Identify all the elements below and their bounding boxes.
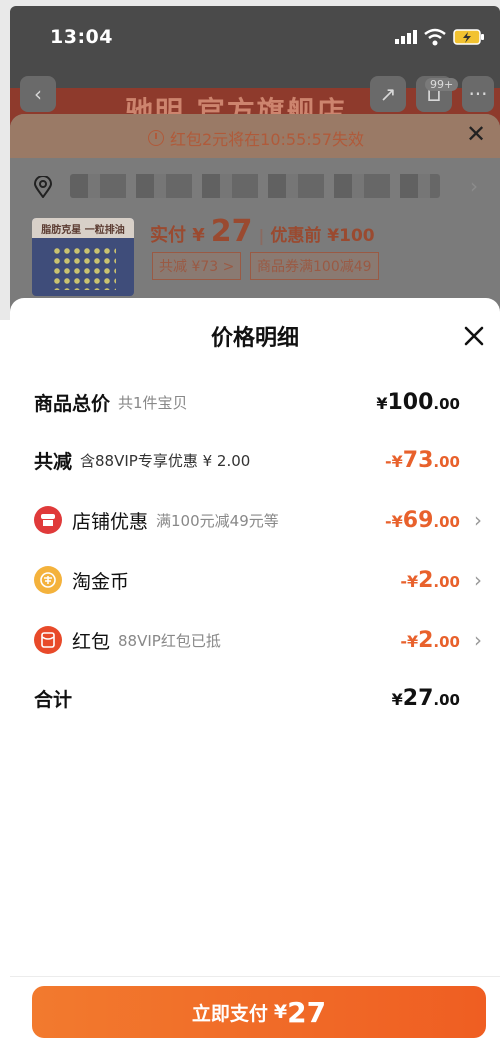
product-pills-graphic — [52, 246, 116, 290]
clock-icon — [148, 130, 164, 146]
currency-symbol: -¥ — [385, 451, 403, 471]
amount-decimal: .00 — [433, 394, 460, 413]
address-row[interactable]: › — [10, 160, 500, 210]
pre-discount-price: 优惠前 ¥100 — [270, 226, 375, 246]
shop-icon — [34, 506, 62, 534]
price-detail-sheet: 价格明细 商品总价 共1件宝贝 ¥100.00 共减 含88VIP专享优惠 ¥ … — [10, 298, 500, 1042]
amount-integer: 2 — [418, 627, 434, 653]
row-sub: 共1件宝贝 — [118, 393, 188, 412]
currency-symbol: ¥ — [273, 1001, 288, 1023]
currency-symbol: ¥ — [391, 689, 403, 709]
product-image: 脂肪克星 一粒排油 — [32, 218, 134, 296]
coin-icon — [34, 566, 62, 594]
currency-symbol: -¥ — [400, 631, 419, 651]
pay-label: 实付 ¥ — [150, 225, 205, 246]
amount-integer: 100 — [387, 389, 434, 415]
chevron-right-icon: › — [474, 568, 482, 592]
status-bar: 13:04 — [10, 6, 500, 70]
close-icon[interactable]: ✕ — [466, 122, 486, 146]
cart-badge: 99+ — [425, 78, 459, 91]
share-button[interactable]: ↗ — [370, 76, 406, 112]
row-label: 共减 — [34, 450, 73, 473]
pay-button-amount: 27 — [287, 995, 327, 1029]
row-total: 合计 ¥27.00 — [34, 678, 470, 718]
row-value: -¥ 73.00 — [385, 448, 460, 473]
expire-text: 红包2元将在10:55:57失效 — [170, 130, 365, 149]
row-value: ¥27.00 — [392, 686, 460, 711]
discount-tag[interactable]: 共减 ¥73 > — [152, 252, 242, 280]
row-value: -¥ 2.00 — [400, 628, 460, 653]
chevron-right-icon: › — [474, 508, 482, 532]
pay-amount: 27 — [210, 214, 253, 249]
currency-symbol: -¥ — [400, 571, 419, 591]
location-icon — [34, 176, 52, 198]
battery-icon — [453, 29, 484, 45]
separator: | — [258, 226, 265, 245]
expire-notice: 红包2元将在10:55:57失效 — [148, 126, 364, 150]
chevron-left-icon: ‹ — [34, 82, 42, 106]
row-value: -¥ 2.00 — [400, 568, 460, 593]
signal-icon — [395, 30, 417, 44]
coupon-tag: 商品券满100减49 — [250, 252, 379, 280]
row-sub: 满100元减49元等 — [156, 511, 279, 530]
amount-decimal: .00 — [433, 512, 460, 531]
row-sub: 含88VIP专享优惠 ¥ 2.00 — [80, 451, 251, 470]
chevron-right-icon: › — [474, 628, 482, 652]
close-icon[interactable] — [462, 324, 486, 348]
amount-decimal: .00 — [433, 452, 460, 471]
product-image-label: 脂肪克星 一粒排油 — [32, 218, 134, 238]
row-sub: 88VIP红包已抵 — [118, 631, 221, 650]
more-icon: ··· — [468, 82, 488, 106]
row-label: 淘金币 — [72, 570, 130, 593]
amount-integer: 2 — [418, 567, 434, 593]
share-icon: ↗ — [379, 82, 397, 106]
amount-decimal: .00 — [433, 572, 460, 591]
row-value: ¥100.00 — [376, 390, 460, 415]
amount-decimal: .00 — [433, 690, 460, 709]
amount-integer: 27 — [402, 685, 434, 711]
status-time: 13:04 — [50, 26, 113, 48]
back-button[interactable]: ‹ — [20, 76, 56, 112]
row-label: 店铺优惠 — [72, 510, 149, 533]
more-button[interactable]: ··· — [462, 76, 494, 112]
row-taojinbi[interactable]: 淘金币 -¥ 2.00 › — [34, 560, 482, 600]
row-shop-discount[interactable]: 店铺优惠 满100元减49元等 -¥ 69.00 › — [34, 500, 482, 540]
row-total-discount: 共减 含88VIP专享优惠 ¥ 2.00 -¥ 73.00 — [34, 440, 470, 480]
amount-integer: 69 — [402, 507, 434, 533]
chevron-right-icon: › — [470, 174, 478, 198]
pay-button-label: 立即支付 — [191, 1002, 268, 1025]
amount-integer: 73 — [402, 447, 434, 473]
currency-symbol: ¥ — [376, 393, 388, 413]
row-label: 商品总价 — [34, 392, 111, 415]
background-page: 驰明 官方旗舰店 13:04 ‹ ↗ ⊔ 99+ ··· 红包2元将在10:55… — [0, 0, 500, 320]
row-value: -¥ 69.00 — [385, 508, 460, 533]
currency-symbol: -¥ — [385, 511, 403, 531]
row-label: 合计 — [34, 688, 73, 711]
row-label: 红包 — [72, 630, 111, 653]
address-text-blurred — [70, 174, 440, 198]
wifi-icon — [424, 28, 446, 46]
row-goods-total: 商品总价 共1件宝贝 ¥100.00 — [34, 382, 470, 422]
pay-now-button[interactable]: 立即支付 ¥ 27 — [32, 986, 486, 1038]
amount-decimal: .00 — [433, 632, 460, 651]
sheet-title: 价格明细 — [210, 326, 299, 351]
red-envelope-icon — [34, 626, 62, 654]
divider — [10, 976, 500, 977]
row-hongbao[interactable]: 红包 88VIP红包已抵 -¥ 2.00 › — [34, 620, 482, 660]
pay-summary: 实付 ¥ 27 | 优惠前 ¥100 — [150, 214, 375, 249]
